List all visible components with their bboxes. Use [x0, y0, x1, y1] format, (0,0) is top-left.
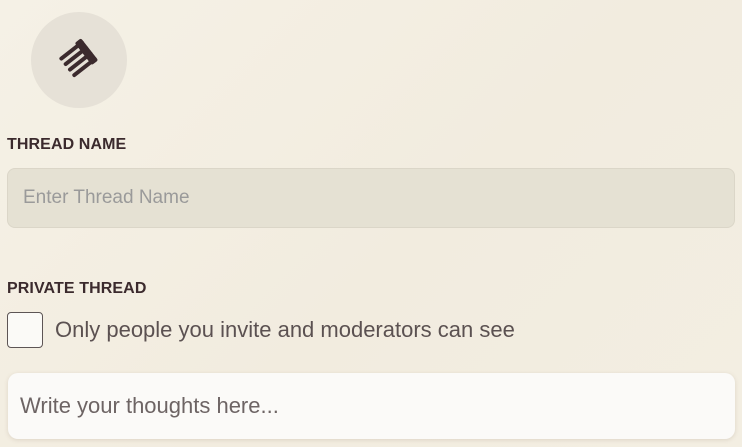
private-thread-description: Only people you invite and moderators ca… [55, 317, 515, 342]
private-thread-label: PRIVATE THREAD [7, 280, 147, 297]
thread-icon-container [31, 12, 127, 108]
message-input[interactable] [20, 393, 723, 419]
thread-name-input[interactable] [7, 168, 735, 228]
private-thread-row: Only people you invite and moderators ca… [7, 312, 515, 348]
message-box [8, 373, 735, 439]
thread-name-label: THREAD NAME [7, 136, 127, 153]
thread-icon [59, 38, 98, 78]
private-thread-checkbox[interactable] [7, 312, 43, 348]
